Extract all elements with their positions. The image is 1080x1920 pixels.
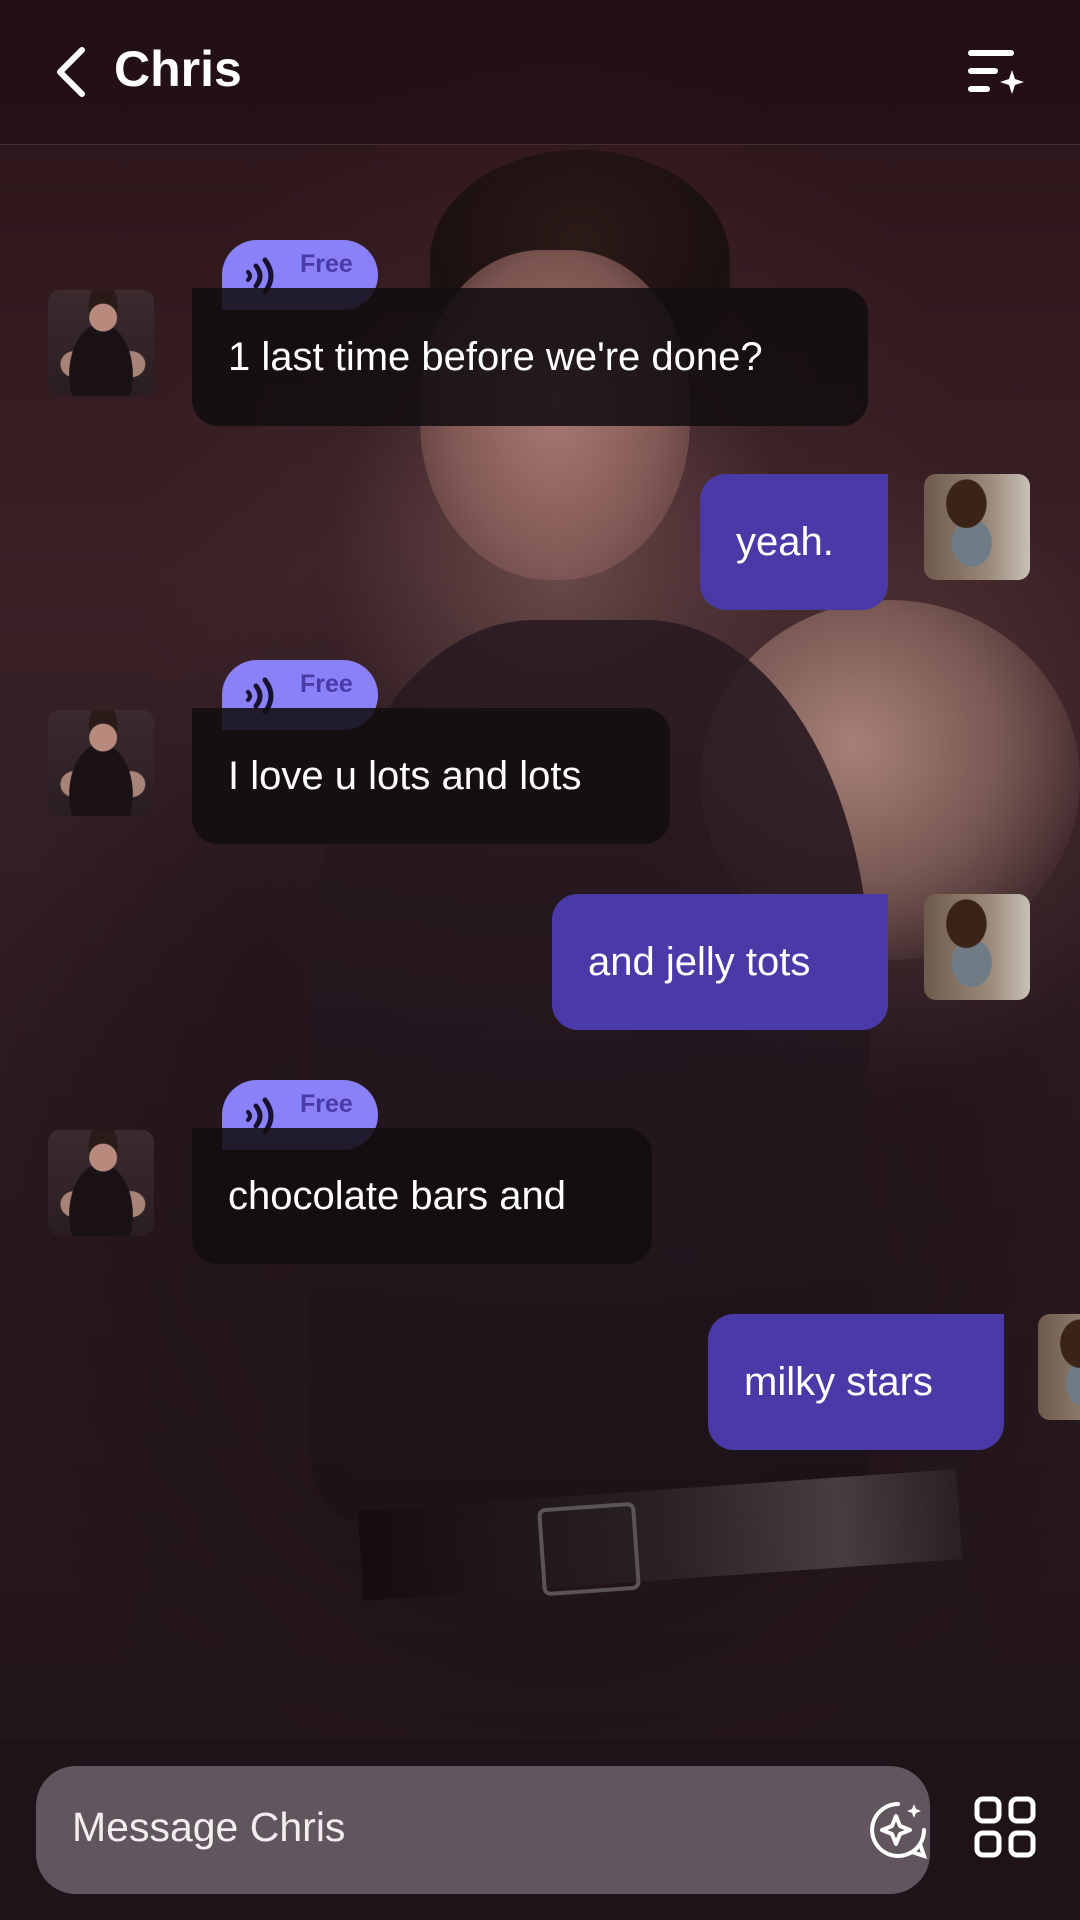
ai-sparkle-icon[interactable] — [866, 1798, 930, 1862]
outgoing-message[interactable]: milky stars — [708, 1314, 1004, 1450]
message-input-placeholder: Message Chris — [72, 1804, 346, 1850]
free-label: Free — [300, 250, 353, 278]
user-avatar[interactable] — [1038, 1314, 1080, 1420]
chat-header: Chris — [0, 0, 1080, 145]
incoming-message[interactable]: I love u lots and lots — [192, 708, 670, 844]
chevron-left-icon[interactable] — [52, 46, 96, 98]
grid-icon[interactable] — [974, 1796, 1036, 1858]
free-label: Free — [300, 1090, 353, 1118]
message-text: milky stars — [744, 1360, 933, 1404]
message-input[interactable]: Message Chris — [36, 1766, 930, 1894]
outgoing-message[interactable]: yeah. — [700, 474, 888, 610]
user-avatar[interactable] — [924, 474, 1030, 580]
incoming-message[interactable]: 1 last time before we're done? — [192, 288, 868, 426]
chat-screen: Chris Free 1 last time before we're done… — [0, 0, 1080, 1920]
message-text: and jelly tots — [588, 940, 811, 984]
chris-avatar[interactable] — [48, 1130, 154, 1236]
chris-avatar[interactable] — [48, 290, 154, 396]
list-sparkle-icon[interactable] — [966, 46, 1026, 98]
outgoing-message[interactable]: and jelly tots — [552, 894, 888, 1030]
chris-avatar[interactable] — [48, 710, 154, 816]
free-label: Free — [300, 670, 353, 698]
message-text: chocolate bars and — [228, 1174, 567, 1218]
message-text: 1 last time before we're done? — [228, 335, 763, 379]
page-title: Chris — [114, 41, 242, 97]
message-text: I love u lots and lots — [228, 754, 582, 798]
user-avatar[interactable] — [924, 894, 1030, 1000]
incoming-message[interactable]: chocolate bars and — [192, 1128, 652, 1264]
background-photo-buckle — [537, 1501, 641, 1597]
message-text: yeah. — [736, 520, 834, 564]
